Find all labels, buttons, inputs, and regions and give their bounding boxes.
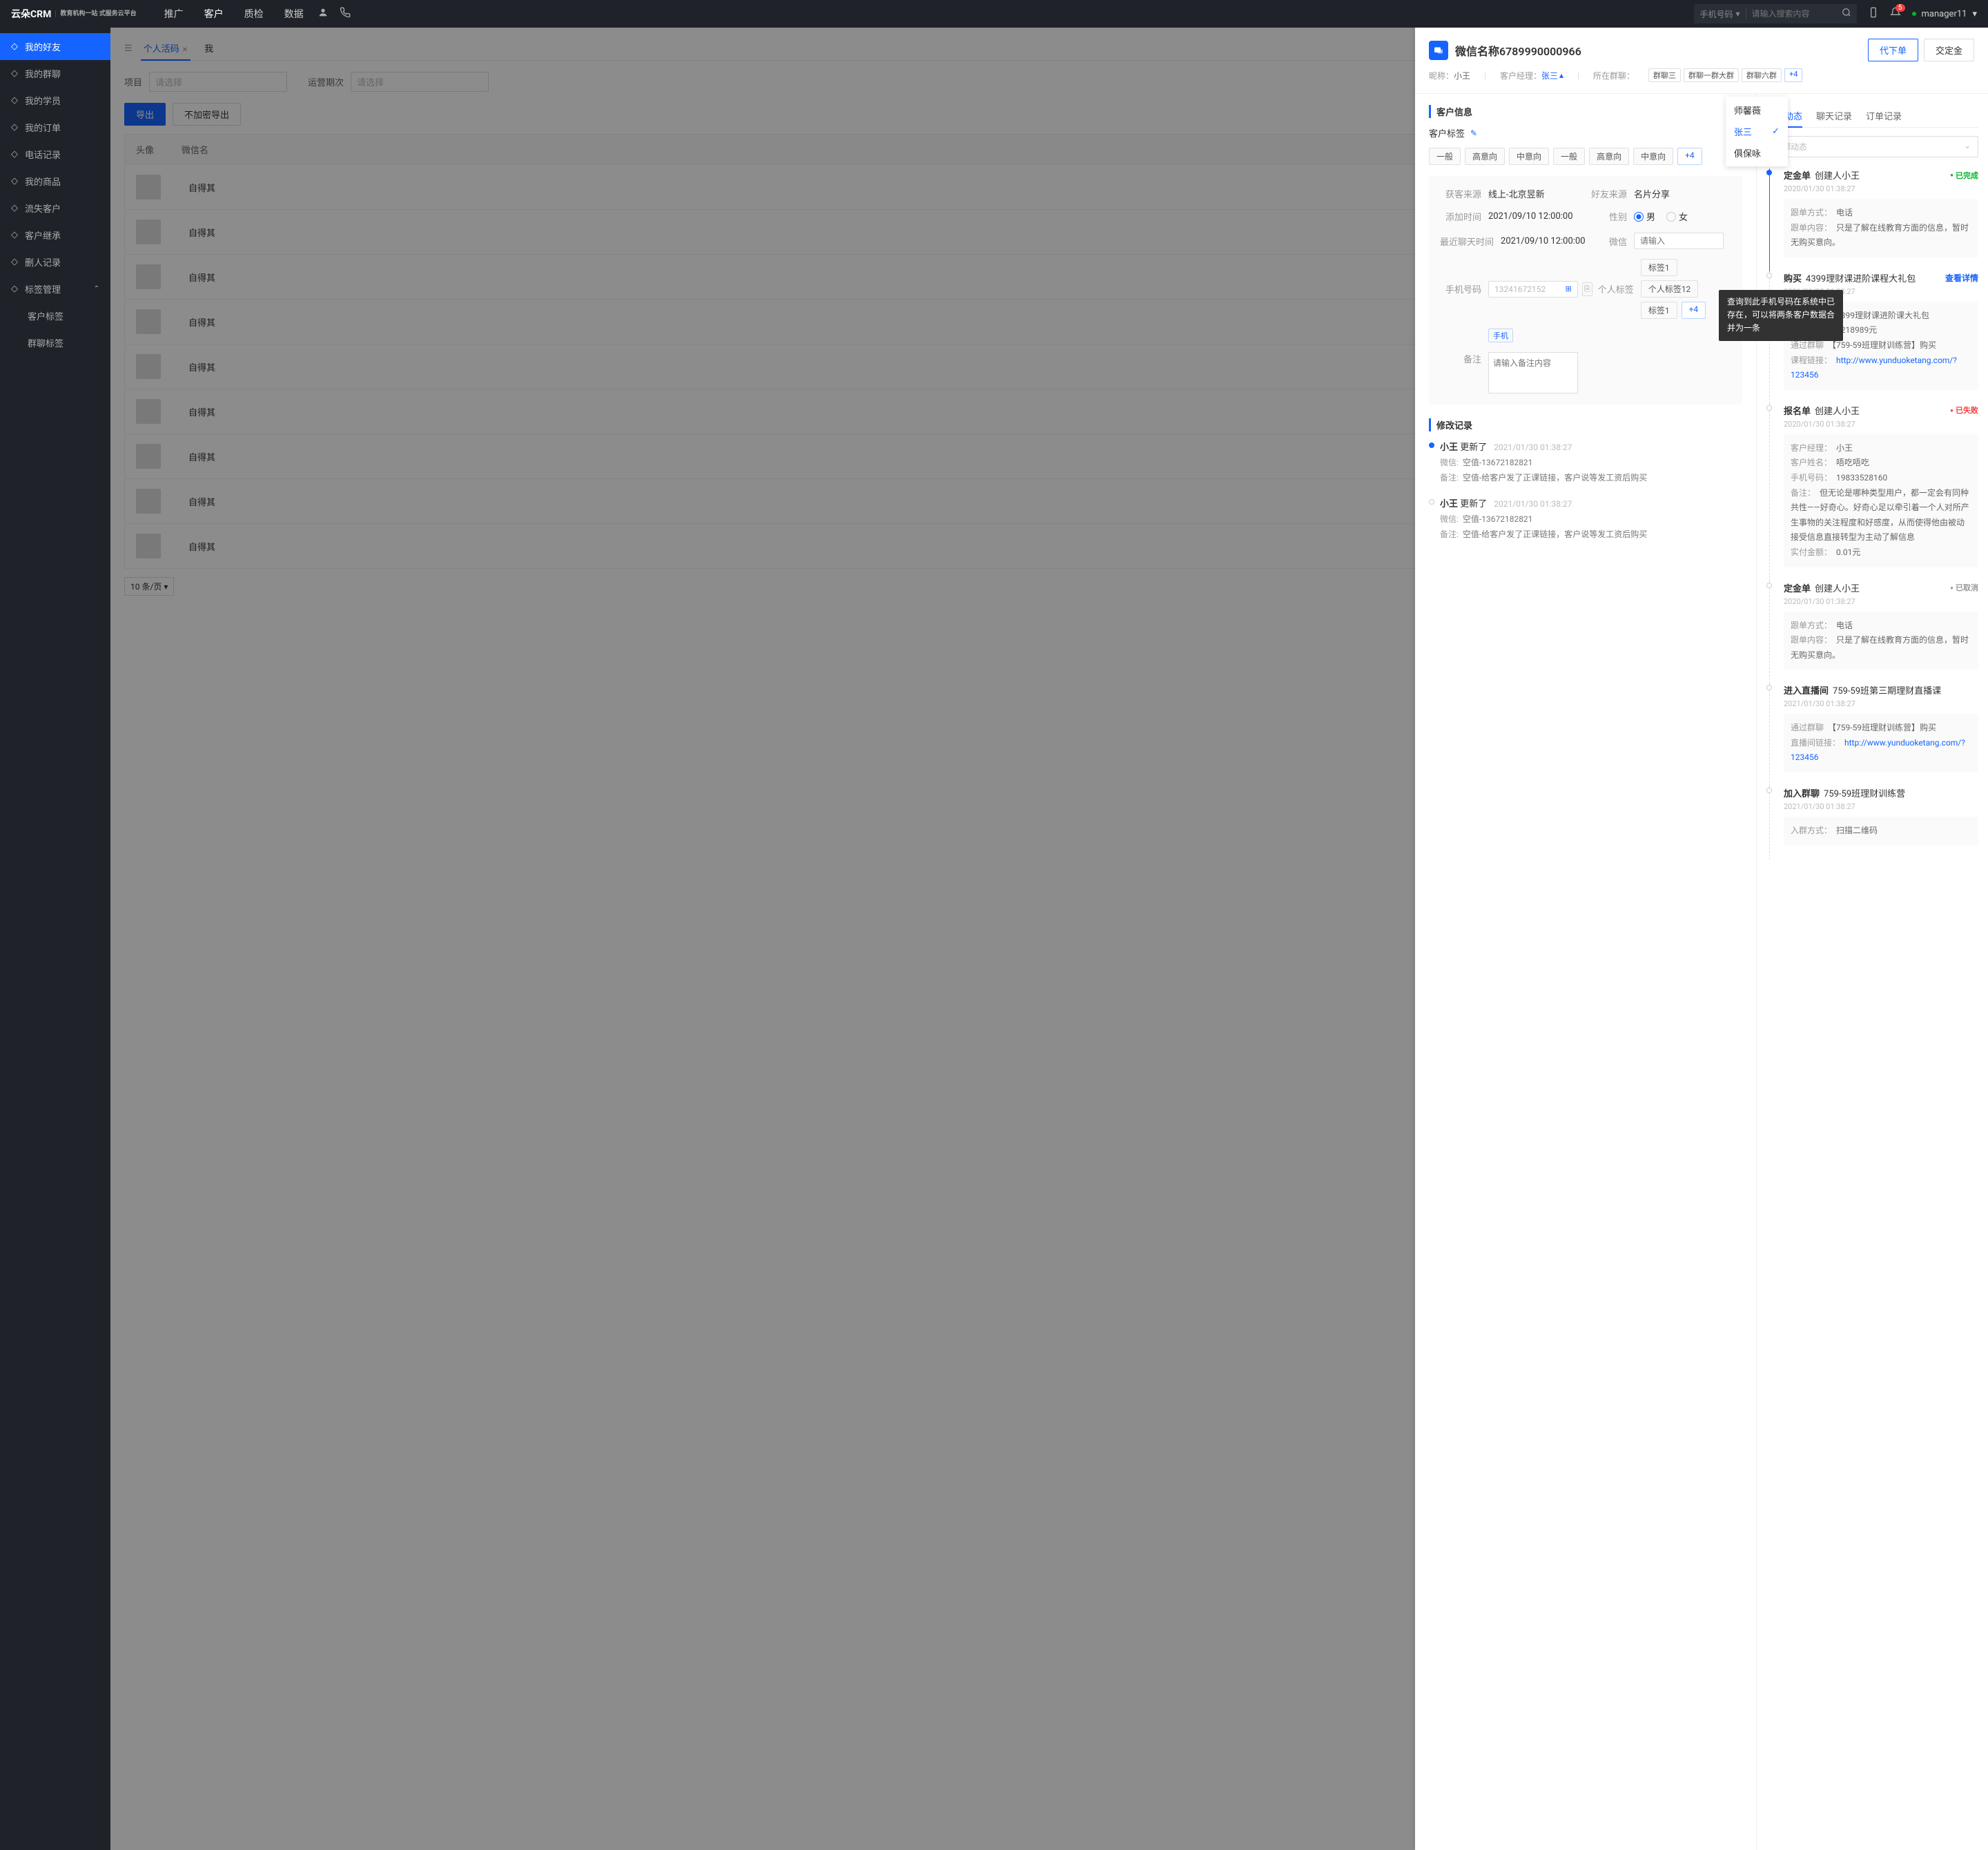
main-content: ☰ 个人活码✕我 项目请选择运营期次请选择 导出不加密导出 头像微信名 自得其自… (110, 28, 1988, 1850)
phone-input[interactable] (1488, 281, 1578, 298)
sidebar: ◇我的好友◇我的群聊◇我的学员◇我的订单◇电话记录◇我的商品◇流失客户◇客户继承… (0, 28, 110, 1850)
search-input[interactable] (1746, 9, 1836, 19)
chevron-down-icon: ⌄ (1964, 141, 1971, 153)
manager-dropdown: 师馨薇张三✓俱保咏 (1726, 97, 1788, 166)
personal-tag: 标签1 (1641, 259, 1677, 276)
remark-textarea[interactable] (1488, 352, 1578, 393)
phone-icon[interactable] (340, 7, 351, 21)
section-history: 修改记录 (1429, 418, 1742, 431)
topnav-质检[interactable]: 质检 (244, 7, 264, 21)
menu-icon: ◇ (11, 230, 18, 240)
activity-filter-select[interactable]: 全部动态⌄ (1766, 136, 1978, 157)
ptags-more[interactable]: +4 (1682, 302, 1706, 319)
scan-icon[interactable]: ⊞ (1566, 284, 1572, 293)
phone-exists-tooltip: 查询到此手机号码在系统中已存在，可以将两条客户数据合并为一条 (1719, 290, 1843, 341)
customer-tag: 一般 (1553, 148, 1585, 165)
customer-tag: 高意向 (1465, 148, 1505, 165)
gender-male-radio[interactable]: 男 (1634, 210, 1655, 223)
search-type-select[interactable]: 手机号码 ▾ (1694, 8, 1746, 20)
sidebar-item[interactable]: ◇我的商品 (0, 168, 110, 195)
topnav-数据[interactable]: 数据 (284, 7, 304, 21)
chevron-up-icon: ⌃ (94, 285, 99, 293)
top-nav: 推广 客户 质检 数据 (164, 7, 304, 21)
right-tab[interactable]: 聊天记录 (1816, 105, 1852, 127)
sidebar-item[interactable]: ◇电话记录 (0, 141, 110, 168)
sidebar-item[interactable]: ◇我的好友 (0, 33, 110, 60)
mobile-icon[interactable] (1868, 7, 1879, 21)
chevron-down-icon: ▾ (1736, 9, 1740, 19)
menu-icon: ◇ (11, 176, 18, 186)
user-icon[interactable] (318, 7, 329, 21)
topnav-推广[interactable]: 推广 (164, 7, 184, 21)
copy-icon[interactable]: ⎘ (1582, 282, 1592, 296)
personal-tag: 标签1 (1641, 302, 1677, 319)
manager-select[interactable]: 张三 ▴ (1541, 70, 1563, 81)
sidebar-item[interactable]: ◇我的群聊 (0, 60, 110, 87)
logo: 云朵CRM 教育机构一站 式服务云平台 (11, 7, 137, 21)
menu-icon: ◇ (11, 68, 18, 79)
status-dot (1912, 12, 1916, 16)
user-menu[interactable]: manager11 ▾ (1912, 9, 1977, 19)
sidebar-item[interactable]: ◇删人记录 (0, 249, 110, 275)
gender-female-radio[interactable]: 女 (1666, 210, 1688, 223)
menu-icon: ◇ (11, 41, 18, 52)
groups-more[interactable]: +4 (1784, 68, 1802, 82)
wechat-icon (1429, 41, 1448, 60)
bell-icon[interactable]: 5 (1890, 7, 1901, 21)
sidebar-item[interactable]: ◇客户继承 (0, 222, 110, 249)
sidebar-item[interactable]: ◇我的学员 (0, 87, 110, 114)
group-chip: 群聊一群大群 (1684, 68, 1739, 82)
sidebar-item[interactable]: ◇我的订单 (0, 114, 110, 141)
drawer-title: 微信名称6789990000966 (1455, 42, 1581, 59)
dropdown-option[interactable]: 俱保咏 (1726, 142, 1788, 164)
topnav-客户[interactable]: 客户 (204, 7, 224, 21)
search-icon[interactable] (1836, 8, 1857, 20)
notification-badge: 5 (1896, 4, 1905, 12)
group-chip: 群聊六群 (1742, 68, 1782, 82)
menu-icon: ◇ (11, 203, 18, 213)
customer-tag: 一般 (1429, 148, 1461, 165)
sidebar-item[interactable]: ◇流失客户 (0, 195, 110, 222)
view-detail-link[interactable]: 查看详情 (1945, 272, 1978, 284)
customer-tag: 高意向 (1589, 148, 1629, 165)
customer-drawer: 微信名称6789990000966 代下单 交定金 昵称：小王 | 客户经理：张… (1415, 28, 1988, 1850)
dropdown-option[interactable]: 张三✓ (1726, 121, 1788, 142)
phone-tag: 手机 (1488, 329, 1513, 342)
logo-subtitle: 教育机构一站 式服务云平台 (55, 10, 136, 18)
tags-more[interactable]: +4 (1677, 148, 1702, 165)
logo-text: 云朵CRM (11, 7, 51, 21)
menu-icon: ◇ (11, 257, 18, 267)
wechat-input[interactable] (1634, 233, 1724, 249)
place-order-button[interactable]: 代下单 (1868, 39, 1918, 61)
menu-icon: ◇ (11, 95, 18, 106)
right-tab[interactable]: 订单记录 (1866, 105, 1902, 127)
personal-tag: 个人标签12 (1641, 280, 1699, 298)
pay-deposit-button[interactable]: 交定金 (1924, 39, 1974, 61)
chevron-down-icon: ▾ (1972, 9, 1977, 19)
sidebar-item[interactable]: ◇标签管理⌃ (0, 275, 110, 302)
sidebar-item[interactable]: 客户标签 (0, 302, 110, 329)
search-bar: 手机号码 ▾ (1694, 4, 1856, 23)
customer-tag: 中意向 (1509, 148, 1549, 165)
edit-tags-icon[interactable]: ✎ (1470, 128, 1477, 138)
dropdown-option[interactable]: 师馨薇 (1726, 99, 1788, 121)
customer-tag: 中意向 (1633, 148, 1673, 165)
menu-icon: ◇ (11, 149, 18, 159)
sidebar-item[interactable]: 群聊标签 (0, 329, 110, 356)
group-chip: 群聊三 (1648, 68, 1681, 82)
menu-icon: ◇ (11, 284, 18, 294)
section-customer-info: 客户信息 (1429, 105, 1742, 118)
menu-icon: ◇ (11, 122, 18, 133)
top-header: 云朵CRM 教育机构一站 式服务云平台 推广 客户 质检 数据 手机号码 ▾ 5 (0, 0, 1988, 28)
check-icon: ✓ (1772, 126, 1780, 137)
